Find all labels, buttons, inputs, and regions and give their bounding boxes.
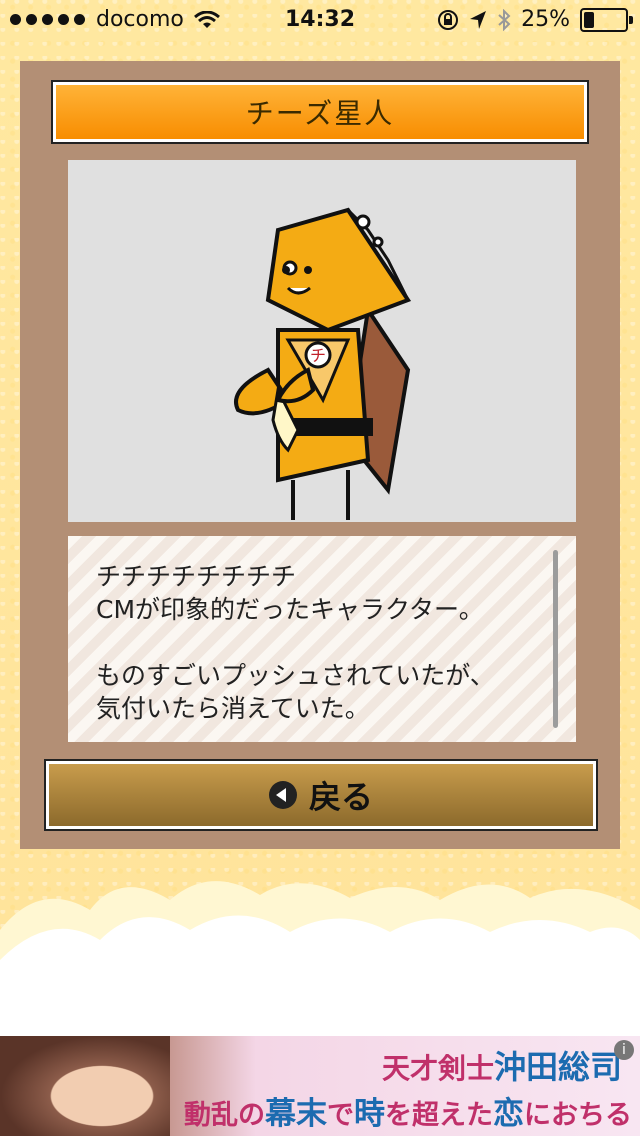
battery-cap [629,15,633,24]
battery-percent: 25% [521,7,570,32]
ad-banner[interactable]: 天才剣士沖田総司 動乱の幕末で時を超えた恋におちる i [0,1036,640,1136]
ad-headline: 天才剣士沖田総司 [382,1042,622,1088]
ad-headline-name: 沖田総司 [493,1048,622,1086]
character-badge-text: チ [310,346,326,365]
battery-fill [584,11,594,28]
back-button[interactable]: 戻る [44,759,598,831]
ad-tag-part: におちる [524,1100,632,1131]
description-line: CMが印象的だったキャラクター。 [96,595,484,624]
back-button-label: 戻る [308,778,373,816]
ad-tag-part: 恋 [493,1096,524,1132]
ad-headline-prefix: 天才剣士 [381,1052,494,1085]
ad-tagline: 動乱の幕末で時を超えた恋におちる [184,1088,632,1133]
rotation-lock-icon [438,9,459,30]
description-line: ものすごいプッシュされていたが、 [96,661,495,690]
description-line: 気付いたら消えていた。 [96,694,370,723]
back-arrow-icon [268,781,297,809]
ad-character-image [0,1036,170,1136]
location-arrow-icon [470,10,487,29]
ad-tag-part: で [327,1100,354,1131]
battery-icon [580,7,633,32]
cloud-decoration [0,881,640,1040]
status-bar: docomo 14:32 25% [0,0,640,40]
character-card: チーズ星人 チ チチチチチチチチ CMが印象的だったキャラクター。 ものすごいプ… [20,61,620,849]
ad-tag-part: を超えた [385,1100,493,1131]
card-title: チーズ星人 [51,80,589,144]
bluetooth-icon [498,8,511,31]
ad-tag-part: 動乱の [184,1100,265,1131]
description-scrollbar[interactable] [553,550,558,728]
ad-tag-part: 幕末 [265,1096,327,1132]
description-line: チチチチチチチチ [96,562,297,591]
status-right: 25% [437,7,633,32]
cheese-alien-illustration: チ [234,207,412,520]
ad-tag-part: 時 [354,1096,385,1132]
character-description[interactable]: チチチチチチチチ CMが印象的だったキャラクター。 ものすごいプッシュされていた… [68,536,576,742]
character-image-frame: チ [68,160,576,522]
ad-info-icon[interactable]: i [614,1040,634,1060]
